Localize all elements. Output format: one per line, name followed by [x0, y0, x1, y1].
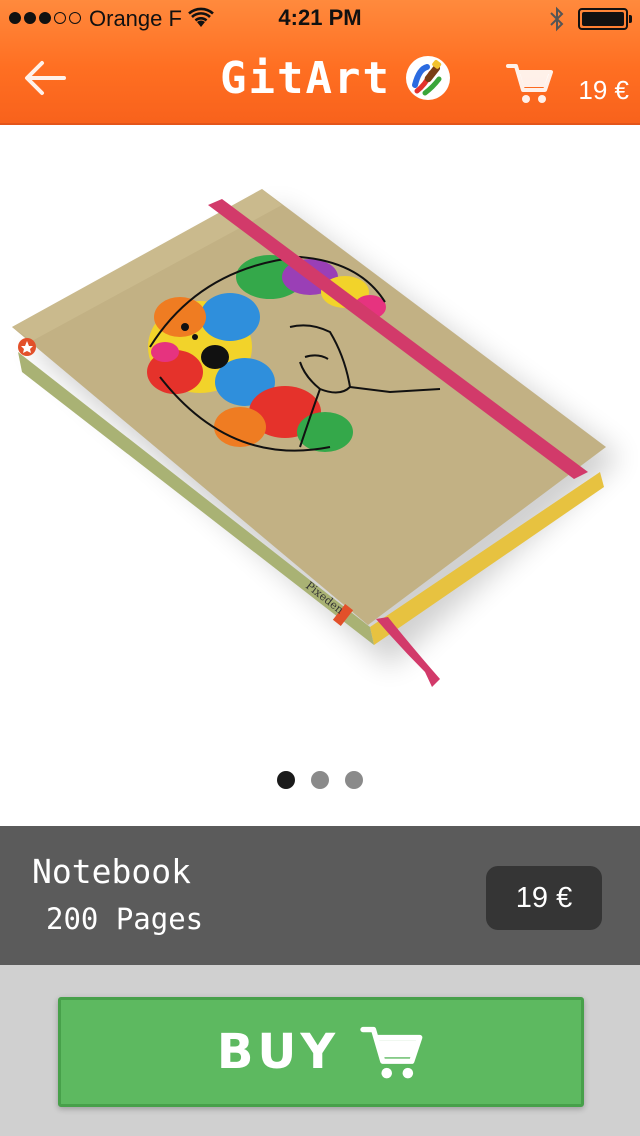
app-title: GitArt	[220, 52, 391, 104]
cart-total: 19 €	[578, 75, 629, 105]
arrow-left-icon	[25, 61, 66, 95]
shopping-cart-icon	[360, 1026, 423, 1079]
status-bar: Orange F 4:21 PM	[0, 0, 640, 40]
product-detail: 200 Pages	[46, 902, 204, 936]
back-button[interactable]	[22, 58, 72, 102]
buy-area: BUY	[0, 965, 640, 1136]
cart-button[interactable]: 19 €	[505, 58, 635, 108]
brand: GitArt	[220, 48, 451, 108]
carousel-dot-1[interactable]	[277, 771, 295, 789]
notebook-product-image[interactable]: Pixeden	[0, 127, 640, 767]
price-badge: 19 €	[486, 866, 602, 930]
bluetooth-icon	[550, 6, 564, 32]
navigation-bar: GitArt 19 €	[0, 40, 640, 125]
shopping-cart-icon	[506, 64, 553, 103]
buy-button[interactable]: BUY	[58, 997, 584, 1107]
carousel-dot-2[interactable]	[311, 771, 329, 789]
carousel-dot-3[interactable]	[345, 771, 363, 789]
product-info-bar: Notebook 200 Pages 19 €	[0, 826, 640, 965]
buy-label: BUY	[216, 1024, 340, 1080]
paint-brush-logo-icon	[405, 56, 450, 100]
app-header: Orange F 4:21 PM GitArt 19 €	[0, 0, 640, 125]
status-time: 4:21 PM	[278, 5, 362, 30]
product-name: Notebook	[32, 852, 191, 891]
carousel-pager	[0, 771, 640, 795]
battery-icon	[578, 8, 632, 30]
